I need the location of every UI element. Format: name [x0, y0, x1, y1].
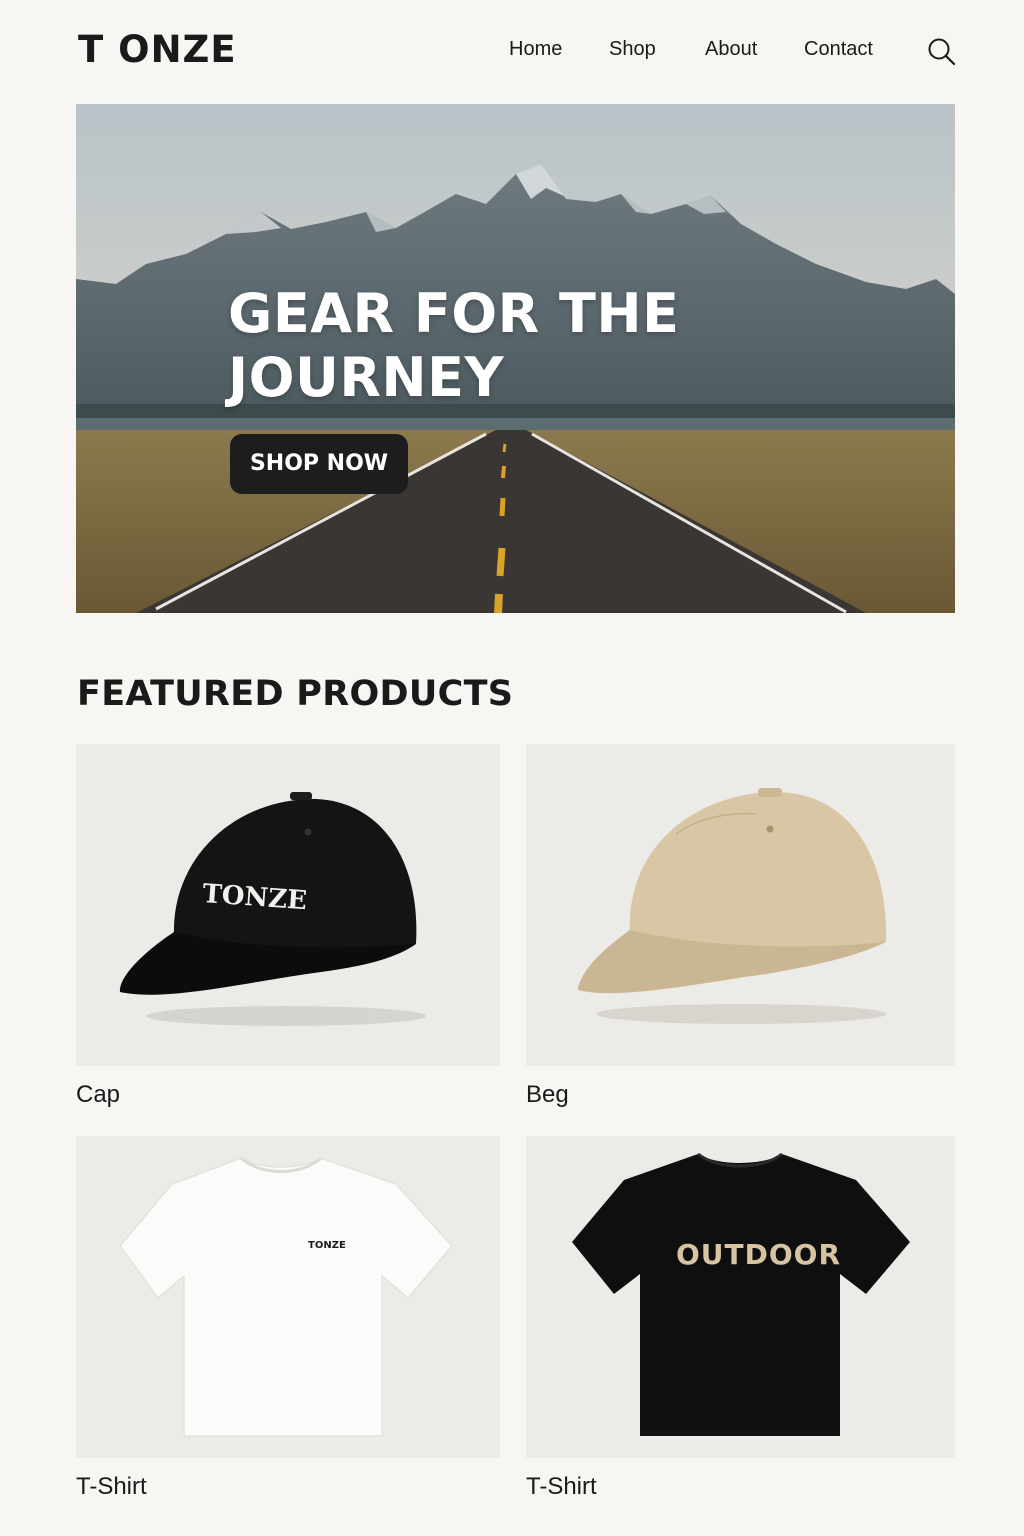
product-name[interactable]: Cap [76, 1081, 120, 1109]
nav-link-about[interactable]: About [705, 38, 757, 61]
nav-link-shop[interactable]: Shop [609, 38, 656, 61]
shop-now-button[interactable]: SHOP NOW [230, 434, 408, 494]
hero-title-line-2: JOURNEY [228, 346, 505, 409]
product-card-black-tshirt[interactable]: OUTDOOR T-Shirt [526, 1136, 955, 1516]
product-name[interactable]: T-Shirt [526, 1473, 597, 1501]
nav-link-home[interactable]: Home [509, 38, 562, 61]
product-image-black-tshirt[interactable]: OUTDOOR [526, 1136, 955, 1458]
product-card-white-tshirt[interactable]: TONZE T-Shirt [76, 1136, 500, 1516]
product-name[interactable]: T-Shirt [76, 1473, 147, 1501]
featured-products-heading: FEATURED PRODUCTS [77, 674, 514, 714]
hero-title-line-1: GEAR FOR THE [228, 282, 680, 345]
product-image-beg[interactable] [526, 744, 955, 1066]
search-icon[interactable] [926, 36, 956, 66]
site-header: T ONZE Home Shop About Contact [0, 0, 1024, 100]
nav-link-contact[interactable]: Contact [804, 38, 873, 61]
hero-title: GEAR FOR THE JOURNEY [228, 282, 788, 410]
product-image-cap[interactable]: TONZE [76, 744, 500, 1066]
tshirt-print-text: TONZE [308, 1240, 346, 1251]
page: T ONZE Home Shop About Contact GEAR FOR … [0, 0, 1024, 1536]
hero-banner: GEAR FOR THE JOURNEY SHOP NOW [76, 104, 955, 613]
product-name[interactable]: Beg [526, 1081, 569, 1109]
tshirt-print-text: OUTDOOR [676, 1238, 841, 1271]
product-image-white-tshirt[interactable]: TONZE [76, 1136, 500, 1458]
main-nav: Home Shop About Contact [0, 38, 1024, 64]
product-card-cap[interactable]: TONZE Cap [76, 744, 500, 1124]
product-card-beg[interactable]: Beg [526, 744, 955, 1124]
